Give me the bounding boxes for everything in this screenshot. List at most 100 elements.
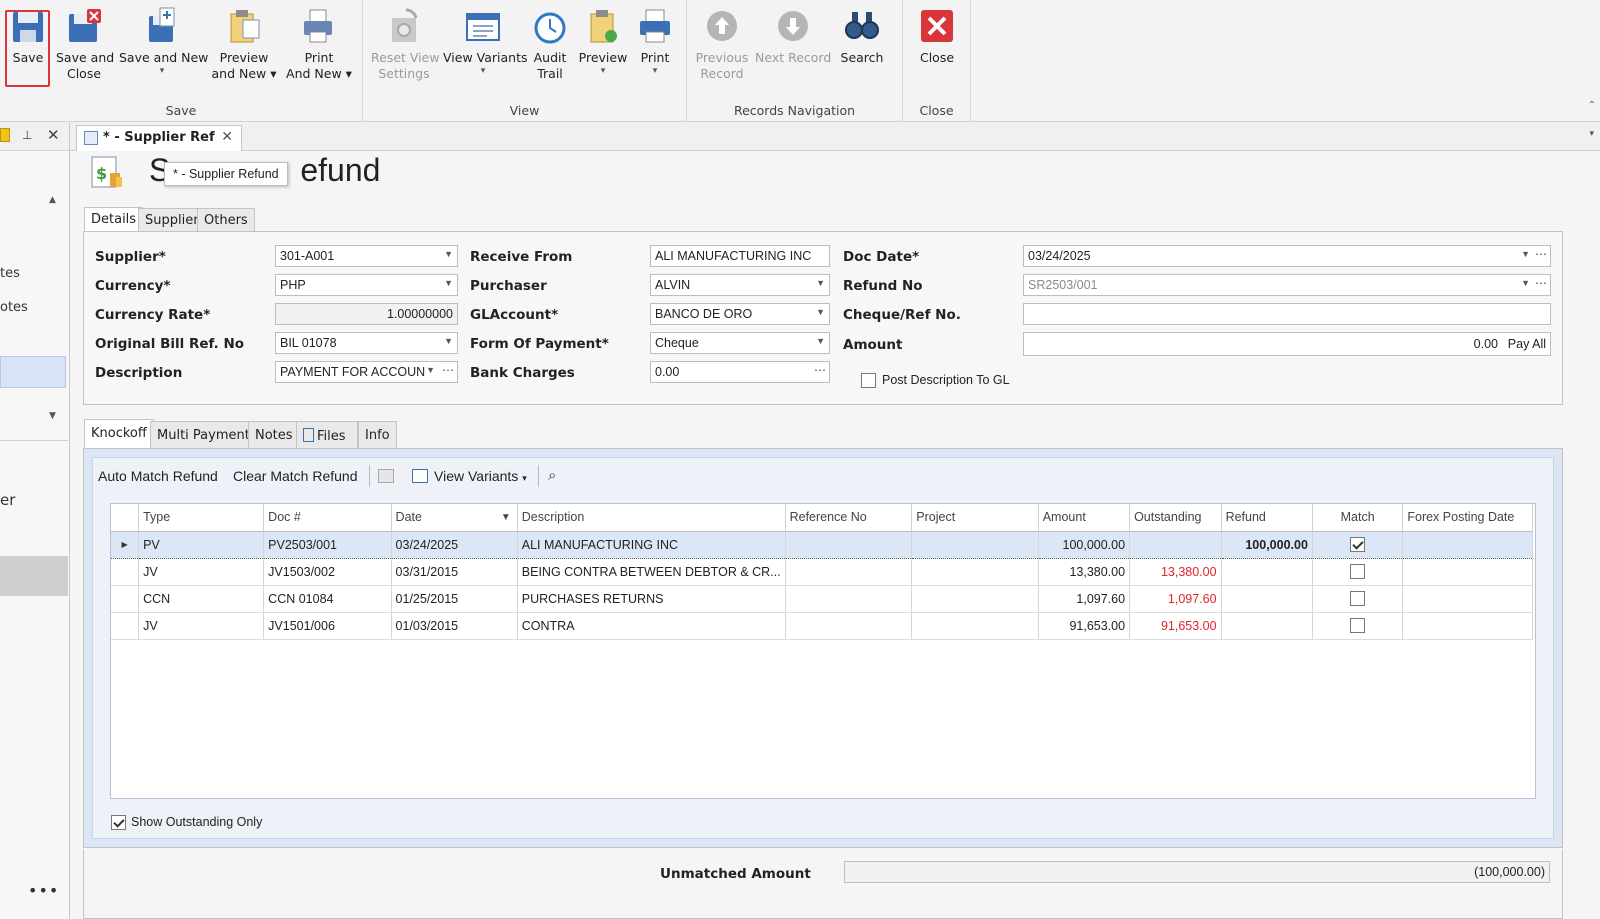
- close-tab-icon[interactable]: ✕: [221, 129, 233, 145]
- supplier-field[interactable]: 301-A001 ▼: [275, 245, 458, 267]
- close-button[interactable]: Close: [915, 6, 959, 66]
- left-pane-selected-block[interactable]: [0, 556, 68, 596]
- form-of-payment-field[interactable]: Cheque ▼: [650, 332, 830, 354]
- match-checkbox[interactable]: [1350, 591, 1366, 607]
- cell-outstanding[interactable]: [1129, 530, 1222, 559]
- left-pane-selected-item[interactable]: [0, 356, 66, 388]
- ellipsis-icon[interactable]: ⋯: [1535, 276, 1547, 290]
- preview-button[interactable]: Preview ▾: [577, 6, 629, 76]
- match-checkbox[interactable]: [1350, 618, 1366, 634]
- column-header-reference-no[interactable]: Reference No: [785, 504, 913, 532]
- bank-charges-field[interactable]: 0.00 ⋯: [650, 361, 830, 383]
- column-header-date[interactable]: Date ▼: [391, 504, 518, 532]
- cell-project[interactable]: [911, 585, 1039, 613]
- ellipsis-icon[interactable]: ⋯: [1535, 247, 1547, 261]
- cell-match[interactable]: [1312, 530, 1404, 559]
- cell-forex-posting-date[interactable]: [1402, 530, 1533, 559]
- dropdown-arrow-icon[interactable]: ▼: [426, 365, 435, 375]
- ellipsis-icon[interactable]: ⋯: [442, 363, 454, 377]
- column-header-doc[interactable]: Doc #: [263, 504, 392, 532]
- cell-doc[interactable]: JV1501/006: [263, 612, 392, 640]
- column-header-project[interactable]: Project: [911, 504, 1039, 532]
- cell-refund[interactable]: 100,000.00: [1221, 530, 1313, 559]
- table-row[interactable]: JV JV1503/002 03/31/2015 BEING CONTRA BE…: [111, 558, 1533, 586]
- collapse-ribbon-icon[interactable]: ⌃: [1588, 100, 1596, 111]
- tab-notes[interactable]: Notes: [248, 421, 300, 449]
- cell-date[interactable]: 03/31/2015: [391, 558, 518, 586]
- show-outstanding-checkbox[interactable]: [111, 815, 126, 830]
- dropdown-arrow-icon[interactable]: ▼: [1521, 249, 1530, 259]
- scroll-down-icon[interactable]: ▼: [49, 411, 56, 421]
- ellipsis-icon[interactable]: ⋯: [814, 363, 826, 377]
- preview-and-new-button[interactable]: Preview and New ▾: [210, 6, 278, 82]
- cell-refund[interactable]: [1221, 558, 1313, 586]
- cell-reference-no[interactable]: [785, 612, 913, 640]
- reset-view-settings-button[interactable]: Reset View Settings: [371, 6, 440, 82]
- cell-outstanding[interactable]: 91,653.00: [1129, 612, 1222, 640]
- cell-forex-posting-date[interactable]: [1402, 558, 1533, 586]
- dropdown-arrow-icon[interactable]: ▼: [816, 278, 825, 288]
- left-pane-item[interactable]: otes: [0, 300, 28, 315]
- cell-amount[interactable]: 91,653.00: [1038, 612, 1131, 640]
- dropdown-arrow-icon[interactable]: ▼: [444, 278, 453, 288]
- left-pane-item[interactable]: tes: [0, 266, 20, 281]
- cell-type[interactable]: JV: [138, 612, 265, 640]
- cell-reference-no[interactable]: [785, 585, 913, 613]
- cell-amount[interactable]: 13,380.00: [1038, 558, 1131, 586]
- print-and-new-button[interactable]: Print And New ▾: [284, 6, 354, 82]
- match-checkbox[interactable]: [1350, 564, 1366, 580]
- previous-record-button[interactable]: Previous Record: [693, 6, 751, 82]
- cell-amount[interactable]: 1,097.60: [1038, 585, 1131, 613]
- print-button[interactable]: Print ▾: [635, 6, 675, 76]
- checkbox-box[interactable]: [861, 373, 876, 388]
- cell-description[interactable]: ALI MANUFACTURING INC: [517, 530, 786, 559]
- checkbox-box[interactable]: [111, 815, 126, 830]
- column-header-amount[interactable]: Amount: [1038, 504, 1131, 532]
- audit-trail-button[interactable]: Audit Trail: [529, 6, 571, 82]
- dropdown-arrow-icon[interactable]: ▼: [816, 307, 825, 317]
- tab-list-chevron-icon[interactable]: ▾: [1589, 129, 1594, 139]
- post-description-checkbox[interactable]: [861, 373, 876, 388]
- more-options-icon[interactable]: •••: [28, 881, 59, 900]
- cell-type[interactable]: CCN: [138, 585, 265, 613]
- cell-description[interactable]: BEING CONTRA BETWEEN DEBTOR & CR...: [517, 558, 786, 586]
- tab-files[interactable]: Files: [296, 421, 358, 449]
- cell-match[interactable]: [1312, 612, 1404, 640]
- cheque-ref-field[interactable]: [1023, 303, 1551, 325]
- cell-doc[interactable]: PV2503/001: [263, 530, 392, 559]
- cell-date[interactable]: 01/25/2015: [391, 585, 518, 613]
- save-and-new-button[interactable]: Save and New ▾: [119, 6, 208, 76]
- purchaser-field[interactable]: ALVIN ▼: [650, 274, 830, 296]
- cell-forex-posting-date[interactable]: [1402, 612, 1533, 640]
- cell-amount[interactable]: 100,000.00: [1038, 530, 1131, 559]
- tab-info[interactable]: Info: [358, 421, 397, 449]
- table-row[interactable]: ▶ PV PV2503/001 03/24/2025 ALI MANUFACTU…: [111, 530, 1533, 559]
- cell-type[interactable]: JV: [138, 558, 265, 586]
- pin-icon[interactable]: ⊥: [22, 128, 32, 142]
- match-checkbox[interactable]: [1350, 537, 1366, 553]
- cell-description[interactable]: PURCHASES RETURNS: [517, 585, 786, 613]
- currency-rate-field[interactable]: 1.00000000: [275, 303, 458, 325]
- cell-project[interactable]: [911, 558, 1039, 586]
- refund-no-field[interactable]: SR2503/001 ▼ ⋯: [1023, 274, 1551, 296]
- clear-match-refund-button[interactable]: Clear Match Refund: [233, 468, 358, 484]
- table-row[interactable]: JV JV1501/006 01/03/2015 CONTRA 91,653.0…: [111, 612, 1533, 640]
- column-header-outstanding[interactable]: Outstanding: [1129, 504, 1222, 532]
- pay-all-button[interactable]: Pay All: [1508, 337, 1546, 351]
- tab-multi-payments[interactable]: Multi Payments: [150, 421, 264, 449]
- dropdown-arrow-icon[interactable]: ▼: [1521, 278, 1530, 288]
- cell-description[interactable]: CONTRA: [517, 612, 786, 640]
- cell-doc[interactable]: JV1503/002: [263, 558, 392, 586]
- doc-date-field[interactable]: 03/24/2025 ▼ ⋯: [1023, 245, 1551, 267]
- save-and-close-button[interactable]: Save and Close: [56, 6, 114, 82]
- view-variants-dropdown[interactable]: View Variants ▾: [434, 468, 527, 484]
- cell-date[interactable]: 01/03/2015: [391, 612, 518, 640]
- tab-details[interactable]: Details: [84, 207, 144, 231]
- document-tab-supplier-refund[interactable]: * - Supplier Ref ✕: [76, 125, 242, 151]
- original-bill-field[interactable]: BIL 01078 ▼: [275, 332, 458, 354]
- cell-reference-no[interactable]: [785, 558, 913, 586]
- dropdown-arrow-icon[interactable]: ▼: [816, 336, 825, 346]
- cell-outstanding[interactable]: 1,097.60: [1129, 585, 1222, 613]
- column-header-type[interactable]: Type: [138, 504, 265, 532]
- tab-supplier[interactable]: Supplier: [138, 208, 206, 232]
